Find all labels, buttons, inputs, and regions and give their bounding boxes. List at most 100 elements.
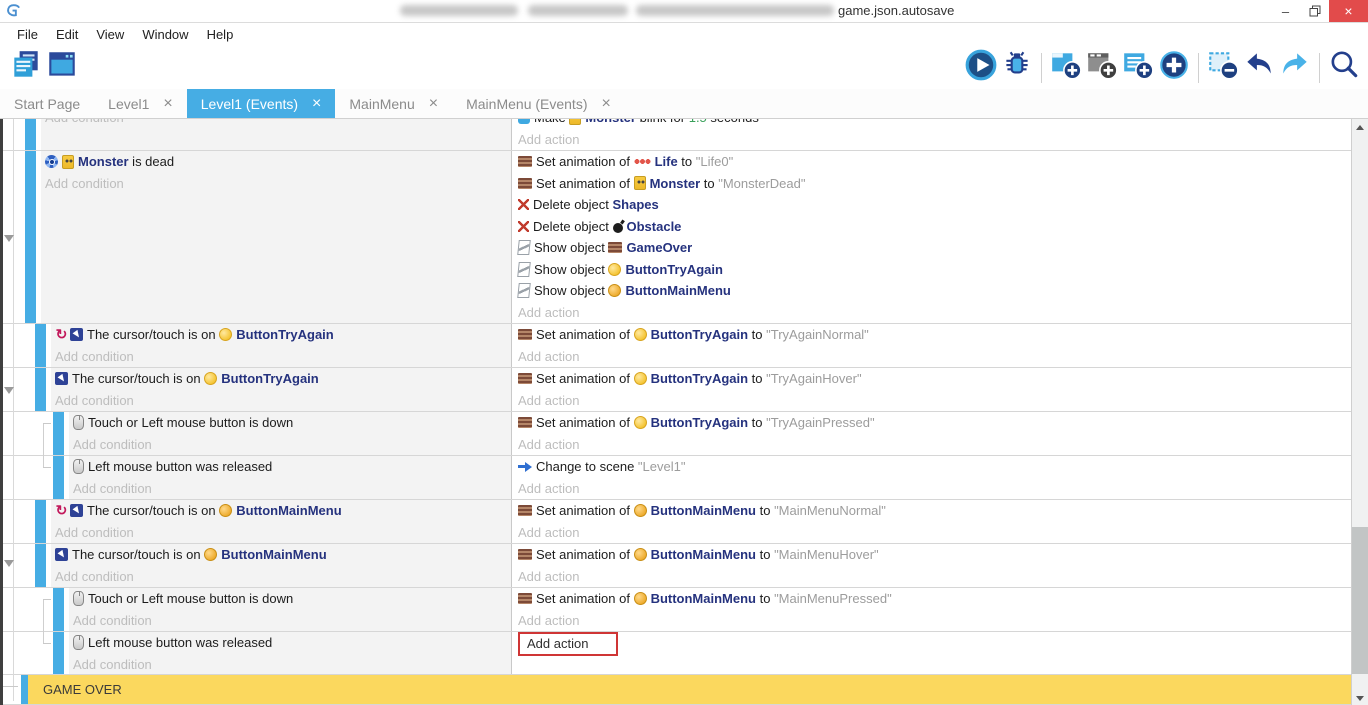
add-condition-button[interactable]: Add condition bbox=[73, 437, 152, 452]
add-condition-button[interactable]: Add condition bbox=[73, 481, 152, 496]
event-selection-bar[interactable] bbox=[35, 544, 46, 587]
add-action-button[interactable]: Add action bbox=[518, 132, 579, 147]
add-action-button[interactable]: Add action bbox=[518, 613, 579, 628]
add-condition-button[interactable]: Add condition bbox=[55, 525, 134, 540]
tab-close-icon[interactable]: × bbox=[429, 97, 438, 111]
debug-button[interactable] bbox=[999, 50, 1035, 86]
delete-event-button[interactable] bbox=[1205, 50, 1241, 86]
condition-line[interactable]: The cursor/touch is on ButtonTryAgain bbox=[51, 368, 511, 390]
add-action-button[interactable]: Add action bbox=[518, 437, 579, 452]
vertical-scrollbar[interactable] bbox=[1352, 119, 1368, 705]
object-name: ButtonMainMenu bbox=[221, 547, 326, 562]
minimize-button[interactable]: – bbox=[1271, 0, 1300, 22]
comment-row[interactable]: GAME OVER bbox=[3, 675, 1351, 705]
event-selection-bar[interactable] bbox=[35, 368, 46, 411]
add-condition-button[interactable]: Add condition bbox=[45, 119, 124, 125]
tab-level1-events[interactable]: Level1 (Events)× bbox=[187, 89, 336, 118]
event-selection-bar[interactable] bbox=[35, 500, 46, 543]
event-selection-bar[interactable] bbox=[35, 324, 46, 367]
action-line[interactable]: Set animation of ButtonTryAgain to "TryA… bbox=[512, 412, 1351, 434]
add-condition-button[interactable]: Add condition bbox=[45, 176, 124, 191]
restore-button[interactable] bbox=[1300, 0, 1329, 22]
coin-orange-icon bbox=[634, 592, 647, 605]
search-button[interactable] bbox=[1326, 50, 1362, 86]
action-line[interactable]: Show object ButtonTryAgain bbox=[512, 259, 1351, 281]
action-line[interactable]: Make Monster blink for 1.5 seconds bbox=[512, 119, 1351, 129]
tab-start-page[interactable]: Start Page bbox=[0, 89, 94, 118]
action-line[interactable]: Change to scene "Level1" bbox=[512, 456, 1351, 478]
project-manager-button[interactable] bbox=[8, 50, 44, 86]
tab-level1[interactable]: Level1× bbox=[94, 89, 187, 118]
event-selection-bar[interactable] bbox=[53, 412, 64, 455]
add-action-button[interactable]: Add action bbox=[518, 305, 579, 320]
tab-close-icon[interactable]: × bbox=[163, 97, 172, 111]
event-selection-bar[interactable] bbox=[21, 675, 28, 704]
action-line[interactable]: Set animation of ButtonTryAgain to "TryA… bbox=[512, 368, 1351, 390]
condition-line[interactable]: Left mouse button was released bbox=[69, 456, 511, 478]
event-selection-bar[interactable] bbox=[53, 632, 64, 674]
scene-editor-button[interactable] bbox=[44, 50, 80, 86]
action-line[interactable]: Set animation of ButtonMainMenu to "Main… bbox=[512, 500, 1351, 522]
tab-mainmenu-events[interactable]: MainMenu (Events)× bbox=[452, 89, 625, 118]
event-selection-bar[interactable] bbox=[25, 119, 36, 150]
redo-button[interactable] bbox=[1277, 50, 1313, 86]
add-action-button[interactable]: Add action bbox=[518, 393, 579, 408]
action-line[interactable]: Set animation of ButtonMainMenu to "Main… bbox=[512, 544, 1351, 566]
condition-line[interactable]: Monster is dead bbox=[41, 151, 511, 173]
add-action-button-highlighted[interactable]: Add action bbox=[518, 632, 618, 656]
event-selection-bar[interactable] bbox=[25, 151, 36, 323]
menu-item-help[interactable]: Help bbox=[198, 23, 243, 46]
add-condition-button[interactable]: Add condition bbox=[73, 657, 152, 672]
condition-line[interactable]: The cursor/touch is on ButtonMainMenu bbox=[51, 544, 511, 566]
play-button[interactable] bbox=[963, 50, 999, 86]
add-action-button[interactable]: Add action bbox=[518, 349, 579, 364]
add-action-button[interactable]: Add action bbox=[518, 569, 579, 584]
add-comment-button[interactable] bbox=[1120, 50, 1156, 86]
action-line[interactable]: Show object GameOver bbox=[512, 237, 1351, 259]
scroll-down-icon[interactable] bbox=[1356, 696, 1364, 701]
action-line[interactable]: Set animation of ButtonTryAgain to "TryA… bbox=[512, 324, 1351, 346]
add-action-button[interactable]: Add action bbox=[518, 525, 579, 540]
tab-close-icon[interactable]: × bbox=[602, 97, 611, 111]
tab-close-icon[interactable]: × bbox=[312, 97, 321, 111]
comment-text[interactable]: GAME OVER bbox=[28, 675, 1351, 704]
add-condition-button[interactable]: Add condition bbox=[55, 349, 134, 364]
undo-button[interactable] bbox=[1241, 50, 1277, 86]
collapse-arrow-icon[interactable] bbox=[4, 560, 14, 567]
menu-item-view[interactable]: View bbox=[87, 23, 133, 46]
action-line[interactable]: Set animation of Monster to "MonsterDead… bbox=[512, 173, 1351, 195]
event-selection-bar[interactable] bbox=[53, 456, 64, 499]
action-line[interactable]: Delete object Shapes bbox=[512, 194, 1351, 216]
event-selection-bar[interactable] bbox=[53, 588, 64, 631]
menu-item-window[interactable]: Window bbox=[133, 23, 197, 46]
menu-item-file[interactable]: File bbox=[8, 23, 47, 46]
search-icon bbox=[1327, 48, 1361, 87]
action-line[interactable]: Set animation of ButtonMainMenu to "Main… bbox=[512, 588, 1351, 610]
tab-mainmenu[interactable]: MainMenu × bbox=[335, 89, 452, 118]
add-new-button[interactable] bbox=[1156, 50, 1192, 86]
add-condition-button[interactable]: Add condition bbox=[55, 569, 134, 584]
action-line[interactable]: Set animation of Life to "Life0" bbox=[512, 151, 1351, 173]
condition-line[interactable]: Touch or Left mouse button is down bbox=[69, 412, 511, 434]
condition-line[interactable]: Left mouse button was released bbox=[69, 632, 511, 654]
menu-item-edit[interactable]: Edit bbox=[47, 23, 87, 46]
action-line[interactable]: Delete object Obstacle bbox=[512, 216, 1351, 238]
collapse-arrow-icon[interactable] bbox=[4, 235, 14, 242]
scroll-up-icon[interactable] bbox=[1356, 125, 1364, 130]
tab-label: MainMenu bbox=[349, 96, 414, 112]
condition-line[interactable]: ↻The cursor/touch is on ButtonTryAgain bbox=[51, 324, 511, 346]
condition-line[interactable]: ↻The cursor/touch is on ButtonMainMenu bbox=[51, 500, 511, 522]
add-condition-button[interactable]: Add condition bbox=[73, 613, 152, 628]
events-list: Add condition Make Monster blink for 1.5 … bbox=[3, 119, 1352, 705]
collapse-arrow-icon[interactable] bbox=[4, 387, 14, 394]
add-event-button[interactable] bbox=[1048, 50, 1084, 86]
add-condition-row: Add condition bbox=[51, 566, 511, 588]
action-line[interactable]: Show object ButtonMainMenu bbox=[512, 280, 1351, 302]
add-subevent-button[interactable] bbox=[1084, 50, 1120, 86]
close-button[interactable]: × bbox=[1329, 0, 1368, 22]
condition-line[interactable]: Touch or Left mouse button is down bbox=[69, 588, 511, 610]
scrollbar-thumb[interactable] bbox=[1352, 527, 1368, 674]
add-condition-button[interactable]: Add condition bbox=[55, 393, 134, 408]
parameter-value: "TryAgainHover" bbox=[766, 371, 861, 386]
add-action-button[interactable]: Add action bbox=[518, 481, 579, 496]
